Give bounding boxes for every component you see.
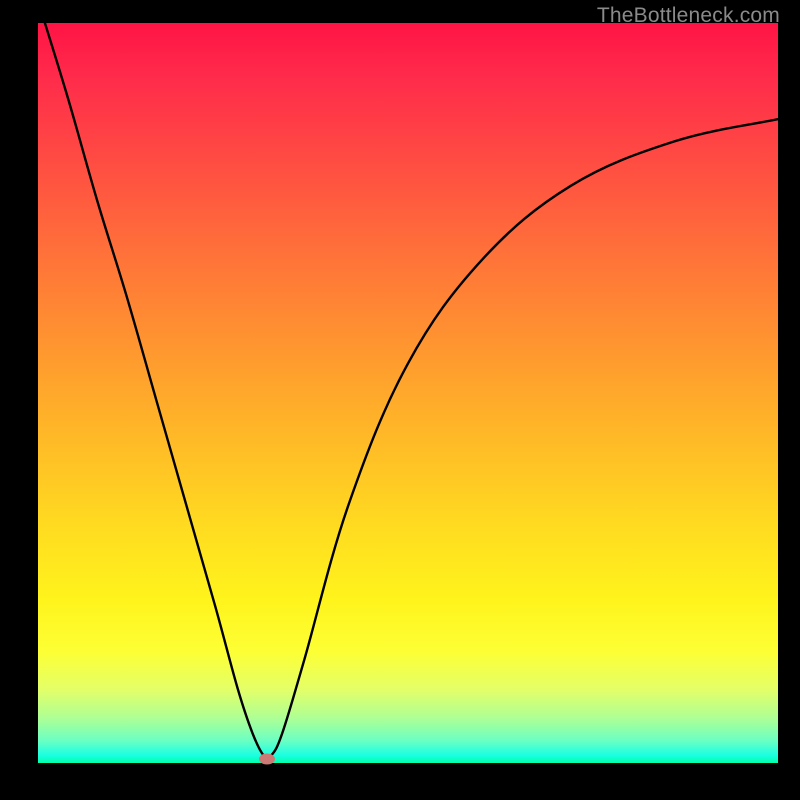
plot-area [38,23,778,763]
bottleneck-curve [38,23,778,759]
chart-frame: TheBottleneck.com [0,0,800,800]
curve-svg [38,23,778,763]
watermark-text: TheBottleneck.com [597,4,780,28]
optimal-marker [259,754,275,765]
